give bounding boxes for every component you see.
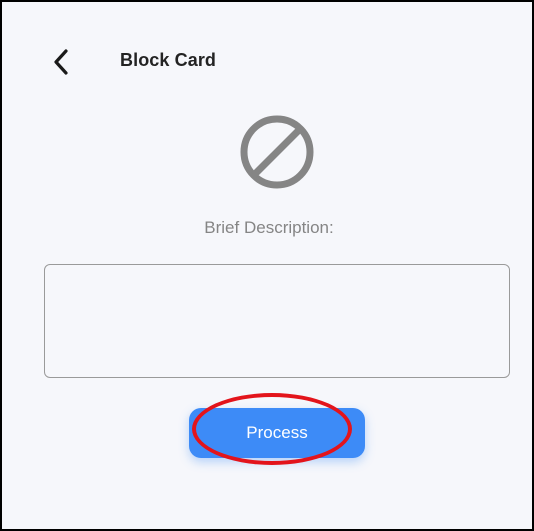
process-button[interactable]: Process [189,408,365,458]
screen-frame: Block Card Brief Description: Process [0,0,534,531]
chevron-left-icon [54,49,68,75]
block-icon [237,112,317,192]
page-title: Block Card [120,50,217,70]
back-button[interactable] [46,46,78,78]
description-input[interactable] [44,264,510,378]
description-label: Brief Description: [204,218,334,237]
